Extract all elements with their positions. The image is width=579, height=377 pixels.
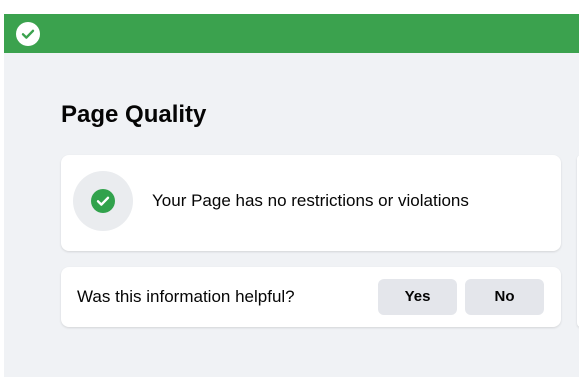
yes-button[interactable]: Yes [378, 279, 457, 315]
status-card: Your Page has no restrictions or violati… [61, 155, 561, 251]
status-icon-container [73, 171, 133, 231]
no-button[interactable]: No [465, 279, 544, 315]
feedback-card: Was this information helpful? Yes No [61, 267, 561, 327]
page-frame: Page Quality Your Page has no restrictio… [4, 14, 579, 377]
green-checkmark-icon [91, 189, 115, 213]
feedback-question: Was this information helpful? [77, 287, 295, 306]
success-banner [4, 14, 579, 53]
status-message: Your Page has no restrictions or violati… [152, 191, 469, 210]
page-title: Page Quality [61, 101, 207, 128]
checkmark-circle-icon [16, 22, 40, 46]
